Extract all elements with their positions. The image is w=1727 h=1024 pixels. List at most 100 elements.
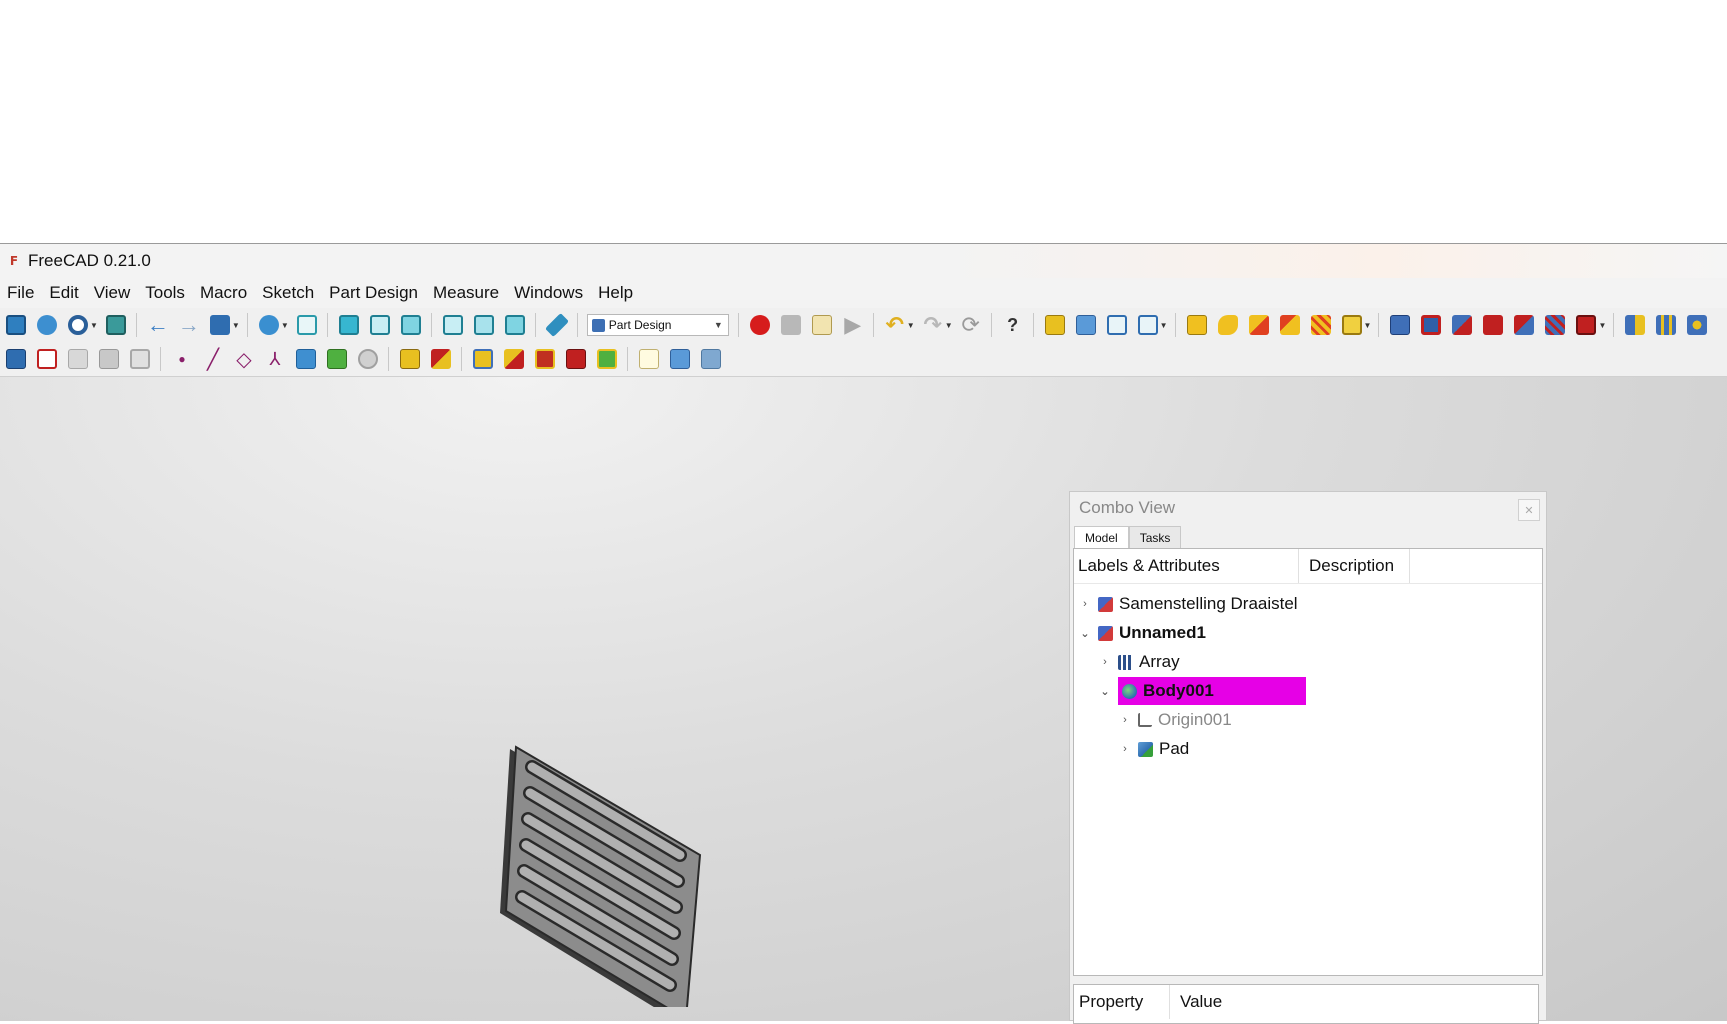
open-document-button[interactable] [667,346,693,372]
undo-button[interactable]: ↶ [882,312,908,338]
measure-distance-button[interactable] [544,312,570,338]
chevron-right-icon[interactable]: › [1118,714,1132,726]
hole-button[interactable] [1418,312,1444,338]
draft-button[interactable] [470,346,496,372]
right-view-button[interactable] [398,312,424,338]
datum-plane-button[interactable]: ◇ [231,346,257,372]
menu-edit[interactable]: Edit [42,283,86,303]
chevron-right-icon[interactable]: › [1098,656,1112,668]
shape-button[interactable] [594,346,620,372]
column-description[interactable]: Description [1305,549,1410,583]
multitransform-button[interactable] [563,346,589,372]
local-cs-button[interactable]: ⅄ [262,346,288,372]
menu-macro[interactable]: Macro [193,283,255,303]
additive-pipe-button[interactable] [1277,312,1303,338]
link-actions-button[interactable] [1135,312,1161,338]
boolean-button[interactable] [532,346,558,372]
tree-item[interactable]: › Samenstelling Draaistel [1078,591,1297,617]
additive-primitive-button[interactable] [1339,312,1365,338]
datum-point-button[interactable]: ● [169,346,195,372]
additive-helix-button[interactable] [1308,312,1334,338]
create-part-button[interactable] [1042,312,1068,338]
back-button[interactable]: ← [145,312,171,338]
chevron-down-icon[interactable]: ⌄ [1098,685,1112,698]
column-property[interactable]: Property [1079,985,1170,1019]
chevron-down-icon[interactable]: ▼ [1598,321,1606,330]
left-view-button[interactable] [502,312,528,338]
whats-this-button[interactable]: ? [1000,312,1026,338]
create-link-button[interactable] [1104,312,1130,338]
chevron-down-icon[interactable]: ▼ [1160,321,1168,330]
clone-button[interactable] [324,346,350,372]
refresh-button[interactable]: ⟳ [958,312,984,338]
chevron-down-icon[interactable]: ⌄ [1078,627,1092,640]
subtractive-pipe-button[interactable] [1511,312,1537,338]
chevron-right-icon[interactable]: › [1078,598,1092,610]
rear-view-button[interactable] [440,312,466,338]
tab-model[interactable]: Model [1074,526,1129,548]
fit-selection-button[interactable] [34,312,60,338]
sub-shape-binder-button[interactable] [127,346,153,372]
bounding-box-button[interactable] [103,312,129,338]
column-labels-attributes[interactable]: Labels & Attributes [1078,549,1299,583]
sync-view-button[interactable] [207,312,233,338]
menu-measure[interactable]: Measure [426,283,507,303]
model-grid-plate[interactable] [480,727,720,1007]
std-view-zoom-button[interactable] [256,312,282,338]
redo-button[interactable]: ↷ [920,312,946,338]
top-view-button[interactable] [367,312,393,338]
chevron-down-icon[interactable]: ▼ [945,321,953,330]
chevron-down-icon[interactable]: ▼ [281,321,289,330]
additive-loft-button[interactable] [1246,312,1272,338]
fillet-button[interactable] [397,346,423,372]
menu-file[interactable]: File [0,283,42,303]
macro-stop-button[interactable] [778,312,804,338]
pad-feature-button[interactable] [293,346,319,372]
menu-tools[interactable]: Tools [138,283,193,303]
isometric-view-button[interactable] [294,312,320,338]
chevron-right-icon[interactable]: › [1118,743,1132,755]
chamfer-button[interactable] [428,346,454,372]
menu-windows[interactable]: Windows [507,283,591,303]
create-body-button[interactable] [3,346,29,372]
tree-item-selected[interactable]: ⌄ Body001 [1098,677,1306,705]
linear-pattern-button[interactable] [1653,312,1679,338]
pad-button[interactable] [1184,312,1210,338]
forward-button[interactable]: → [176,312,202,338]
revolution-button[interactable] [1215,312,1241,338]
subtractive-helix-button[interactable] [1542,312,1568,338]
shape-binder-button[interactable] [96,346,122,372]
column-value[interactable]: Value [1177,985,1222,1019]
menu-sketch[interactable]: Sketch [255,283,322,303]
groove-button[interactable] [1449,312,1475,338]
pocket-button[interactable] [1387,312,1413,338]
tree-item[interactable]: ⌄ Unnamed1 [1078,620,1206,646]
chevron-down-icon[interactable]: ▼ [232,321,240,330]
create-sketch-button[interactable] [34,346,60,372]
menu-help[interactable]: Help [591,283,641,303]
macro-run-button[interactable]: ▶ [840,312,866,338]
draw-style-button[interactable] [65,312,91,338]
save-document-button[interactable] [698,346,724,372]
front-view-button[interactable] [336,312,362,338]
tree-item[interactable]: › Origin001 [1118,707,1232,733]
validate-sketch-button[interactable] [65,346,91,372]
thickness-button[interactable] [501,346,527,372]
fit-all-button[interactable] [3,312,29,338]
chevron-down-icon[interactable]: ▼ [1364,321,1372,330]
subtractive-primitive-button[interactable] [1573,312,1599,338]
tab-tasks[interactable]: Tasks [1128,526,1182,548]
macro-edit-button[interactable] [809,312,835,338]
workbench-selector[interactable]: Part Design ▼ [586,314,729,336]
close-icon[interactable]: ✕ [1518,499,1540,521]
tree-item[interactable]: › Pad [1118,736,1189,762]
polar-pattern-button[interactable] [1684,312,1710,338]
menu-part-design[interactable]: Part Design [322,283,426,303]
bottom-view-button[interactable] [471,312,497,338]
datum-line-button[interactable]: ╱ [200,346,226,372]
tree-item[interactable]: › Array [1098,649,1179,675]
subtractive-loft-button[interactable] [1480,312,1506,338]
chevron-down-icon[interactable]: ▼ [907,321,915,330]
new-document-button[interactable] [636,346,662,372]
chevron-down-icon[interactable]: ▼ [90,321,98,330]
